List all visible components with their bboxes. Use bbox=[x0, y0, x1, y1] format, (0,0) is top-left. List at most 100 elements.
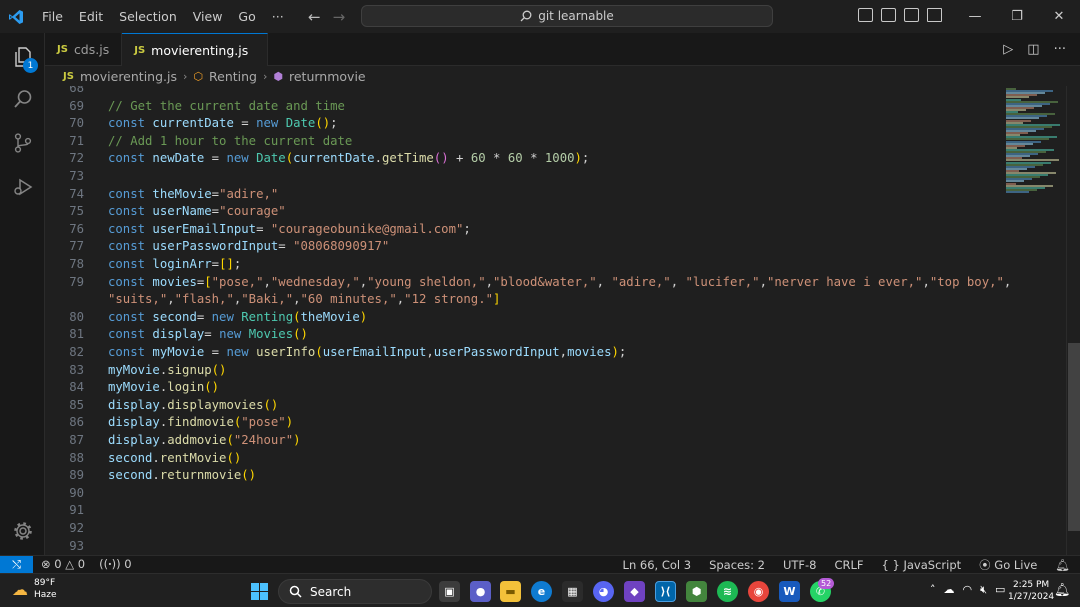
wifi-icon[interactable]: ◠ bbox=[963, 583, 973, 597]
spotify-icon[interactable]: ≋ bbox=[717, 581, 738, 602]
code-line[interactable]: 92 bbox=[45, 520, 995, 538]
code-token: () bbox=[241, 468, 257, 483]
code-line[interactable]: 79 const movies=["pose,","wednesday,","yo… bbox=[45, 274, 1011, 292]
nodejs-icon[interactable]: ⬢ bbox=[686, 581, 707, 602]
breadcrumb-method[interactable]: returnmovie bbox=[289, 69, 366, 84]
code-line[interactable]: 75 const userName="courage" bbox=[45, 203, 995, 221]
code-line[interactable]: 84 myMovie.login() bbox=[45, 379, 995, 397]
scrollbar-thumb[interactable] bbox=[1068, 343, 1080, 531]
code-line[interactable]: 80 const second= new Renting(theMovie) bbox=[45, 309, 995, 327]
taskbar-search[interactable]: Search bbox=[278, 579, 432, 604]
menu-selection[interactable]: Selection bbox=[111, 0, 185, 33]
code-line[interactable]: 83 myMovie.signup() bbox=[45, 362, 995, 380]
menu-more[interactable]: ··· bbox=[264, 0, 292, 33]
end-of-line[interactable]: CRLF bbox=[834, 558, 863, 572]
code-token: "24hour" bbox=[233, 433, 294, 447]
code-line[interactable]: 71 // Add 1 hour to the current date bbox=[45, 133, 995, 151]
battery-icon[interactable]: ▭ bbox=[995, 583, 1005, 597]
menu-edit[interactable]: Edit bbox=[71, 0, 111, 33]
restore-icon[interactable]: ❐ bbox=[996, 0, 1038, 33]
toggle-panel-icon[interactable] bbox=[881, 8, 896, 22]
code-token: () bbox=[433, 151, 449, 166]
system-tray[interactable]: ˄ ☁ ◠ 🔇︎ ▭ bbox=[930, 583, 1005, 597]
microsoft-store-icon[interactable]: ▦ bbox=[562, 581, 583, 602]
search-view-icon[interactable] bbox=[0, 79, 45, 119]
code-line[interactable]: 70 const currentDate = new Date(); bbox=[45, 115, 995, 133]
code-line[interactable]: 81 const display= new Movies() bbox=[45, 326, 995, 344]
cursor-position[interactable]: Ln 66, Col 3 bbox=[623, 558, 692, 572]
vscode-taskbar-icon[interactable]: ⟩⟨ bbox=[655, 581, 676, 602]
run-debug-icon[interactable] bbox=[0, 167, 45, 207]
code-line[interactable]: 76 const userEmailInput= "courageobunike@… bbox=[45, 221, 995, 239]
code-line[interactable]: 93 bbox=[45, 538, 995, 555]
command-center-search[interactable]: git learnable bbox=[361, 5, 773, 27]
toggle-primary-sidebar-icon[interactable] bbox=[858, 8, 873, 22]
breadcrumb-file[interactable]: movierenting.js bbox=[80, 69, 177, 84]
notifications-bell-icon[interactable]: 🔔︎ bbox=[1055, 558, 1070, 572]
chrome-icon[interactable]: ◉ bbox=[748, 581, 769, 602]
volume-muted-icon[interactable]: 🔇︎ bbox=[980, 583, 987, 597]
code-line[interactable]: 85 display.displaymovies() bbox=[45, 397, 995, 415]
code-line[interactable]: 91 bbox=[45, 502, 995, 520]
code-line[interactable]: 82 const myMovie = new userInfo(userEmail… bbox=[45, 344, 995, 362]
cloud-icon[interactable]: ☁ bbox=[944, 583, 955, 597]
file-explorer-icon[interactable]: ▬ bbox=[500, 581, 521, 602]
edge-browser-icon[interactable]: e bbox=[531, 581, 552, 602]
code-line[interactable]: 87 display.addmovie("24hour") bbox=[45, 432, 995, 450]
split-editor-icon[interactable]: ◫ bbox=[1027, 42, 1039, 57]
breadcrumb-class[interactable]: Renting bbox=[209, 69, 257, 84]
forward-arrow-icon[interactable]: → bbox=[333, 8, 346, 26]
minimize-icon[interactable]: — bbox=[954, 0, 996, 33]
code-line[interactable]: 72 const newDate = new Date(currentDate.g… bbox=[45, 150, 995, 168]
go-live-button[interactable]: ⦿ Go Live bbox=[979, 557, 1037, 573]
indentation[interactable]: Spaces: 2 bbox=[709, 558, 765, 572]
code-line[interactable]: 69 // Get the current date and time bbox=[45, 98, 995, 116]
discord-icon[interactable]: ◕ bbox=[593, 581, 614, 602]
notification-center-icon[interactable]: 🔔︎ bbox=[1054, 583, 1071, 598]
back-arrow-icon[interactable]: ← bbox=[308, 8, 321, 26]
close-icon[interactable]: ✕ bbox=[1038, 0, 1080, 33]
code-line[interactable]: 88 second.rentMovie() bbox=[45, 450, 995, 468]
explorer-icon[interactable]: 1 bbox=[0, 37, 45, 77]
teams-chat-icon[interactable]: ● bbox=[470, 581, 491, 602]
minimap[interactable] bbox=[1000, 86, 1066, 196]
code-line[interactable]: 77 const userPasswordInput= "08068090917" bbox=[45, 238, 995, 256]
customize-layout-icon[interactable] bbox=[927, 8, 942, 22]
more-actions-icon[interactable]: ··· bbox=[1054, 42, 1066, 57]
problems-indicator[interactable]: ⊗ 0 △ 0 bbox=[41, 557, 85, 572]
source-control-icon[interactable] bbox=[0, 123, 45, 163]
line-number: 71 bbox=[69, 133, 84, 148]
clock[interactable]: 2:25 PM 1/27/2024 bbox=[1008, 579, 1054, 603]
menu-file[interactable]: File bbox=[34, 0, 71, 33]
ports-indicator[interactable]: ((ꞏ)) 0 bbox=[99, 557, 131, 572]
word-icon[interactable]: W bbox=[779, 581, 800, 602]
chevron-up-icon[interactable]: ˄ bbox=[930, 583, 936, 597]
encoding[interactable]: UTF-8 bbox=[783, 558, 817, 572]
tab-cds-js[interactable]: JS cds.js bbox=[45, 33, 123, 66]
code-line[interactable]: 86 display.findmovie("pose") bbox=[45, 414, 995, 432]
code-line[interactable]: 90 bbox=[45, 485, 995, 503]
code-line[interactable]: "suits,","flash,","Baki,","60 minutes,",… bbox=[45, 291, 995, 309]
run-file-icon[interactable]: ▷ bbox=[1003, 42, 1013, 57]
remote-indicator-icon[interactable]: ⤭ bbox=[0, 555, 33, 574]
github-desktop-icon[interactable]: ◆ bbox=[624, 581, 645, 602]
code-line[interactable]: 68 bbox=[45, 86, 995, 98]
language-mode[interactable]: { } JavaScript bbox=[882, 558, 962, 572]
menu-go[interactable]: Go bbox=[230, 0, 263, 33]
code-token: 60 bbox=[507, 151, 523, 166]
editor-scrollbar[interactable] bbox=[1066, 86, 1080, 555]
code-line[interactable]: 73 bbox=[45, 168, 995, 186]
code-editor[interactable]: 68 69 // Get the current date and time 70 co… bbox=[45, 86, 1080, 555]
menu-view[interactable]: View bbox=[185, 0, 231, 33]
windows-start-icon[interactable] bbox=[251, 583, 268, 600]
toggle-secondary-sidebar-icon[interactable] bbox=[904, 8, 919, 22]
tab-movierenting-js[interactable]: JS movierenting.js bbox=[122, 33, 269, 66]
activity-bar: 1 bbox=[0, 33, 45, 555]
code-line[interactable]: 89 second.returnmovie() bbox=[45, 467, 995, 485]
weather-widget[interactable]: ☁ 89°F Haze bbox=[12, 577, 57, 601]
task-view-icon[interactable]: ▣ bbox=[439, 581, 460, 602]
settings-gear-icon[interactable] bbox=[0, 511, 45, 551]
line-number: 85 bbox=[69, 397, 84, 412]
code-line[interactable]: 74 const theMovie="adire," bbox=[45, 186, 995, 204]
code-line[interactable]: 78 const loginArr=[]; bbox=[45, 256, 995, 274]
